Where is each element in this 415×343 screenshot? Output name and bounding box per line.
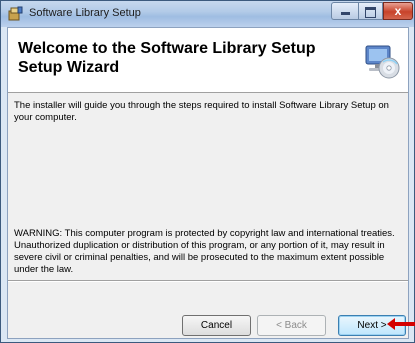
title-bar[interactable]: Software Library Setup x <box>1 1 414 27</box>
minimize-icon <box>340 12 350 15</box>
cancel-button[interactable]: Cancel <box>182 315 251 336</box>
wizard-banner: Welcome to the Software Library Setup Se… <box>8 28 408 93</box>
maximize-button[interactable] <box>358 2 383 20</box>
setup-disc-computer-icon <box>365 45 400 79</box>
installer-app-icon <box>8 6 23 21</box>
red-arrow-head <box>387 318 395 330</box>
window-title: Software Library Setup <box>29 7 141 19</box>
red-arrow-annotation <box>392 322 415 326</box>
minimize-button[interactable] <box>331 2 358 20</box>
divider <box>8 280 408 282</box>
intro-text: The installer will guide you through the… <box>14 100 389 123</box>
back-button[interactable]: < Back <box>257 315 326 336</box>
setup-window: Software Library Setup x Welcome to the … <box>0 0 415 343</box>
wizard-content: Welcome to the Software Library Setup Se… <box>7 27 409 339</box>
close-icon: x <box>394 4 402 18</box>
maximize-icon <box>365 7 376 18</box>
copyright-warning-text: WARNING: This computer program is protec… <box>14 228 395 275</box>
wizard-heading: Welcome to the Software Library Setup Se… <box>18 40 316 76</box>
close-button[interactable]: x <box>383 2 413 20</box>
